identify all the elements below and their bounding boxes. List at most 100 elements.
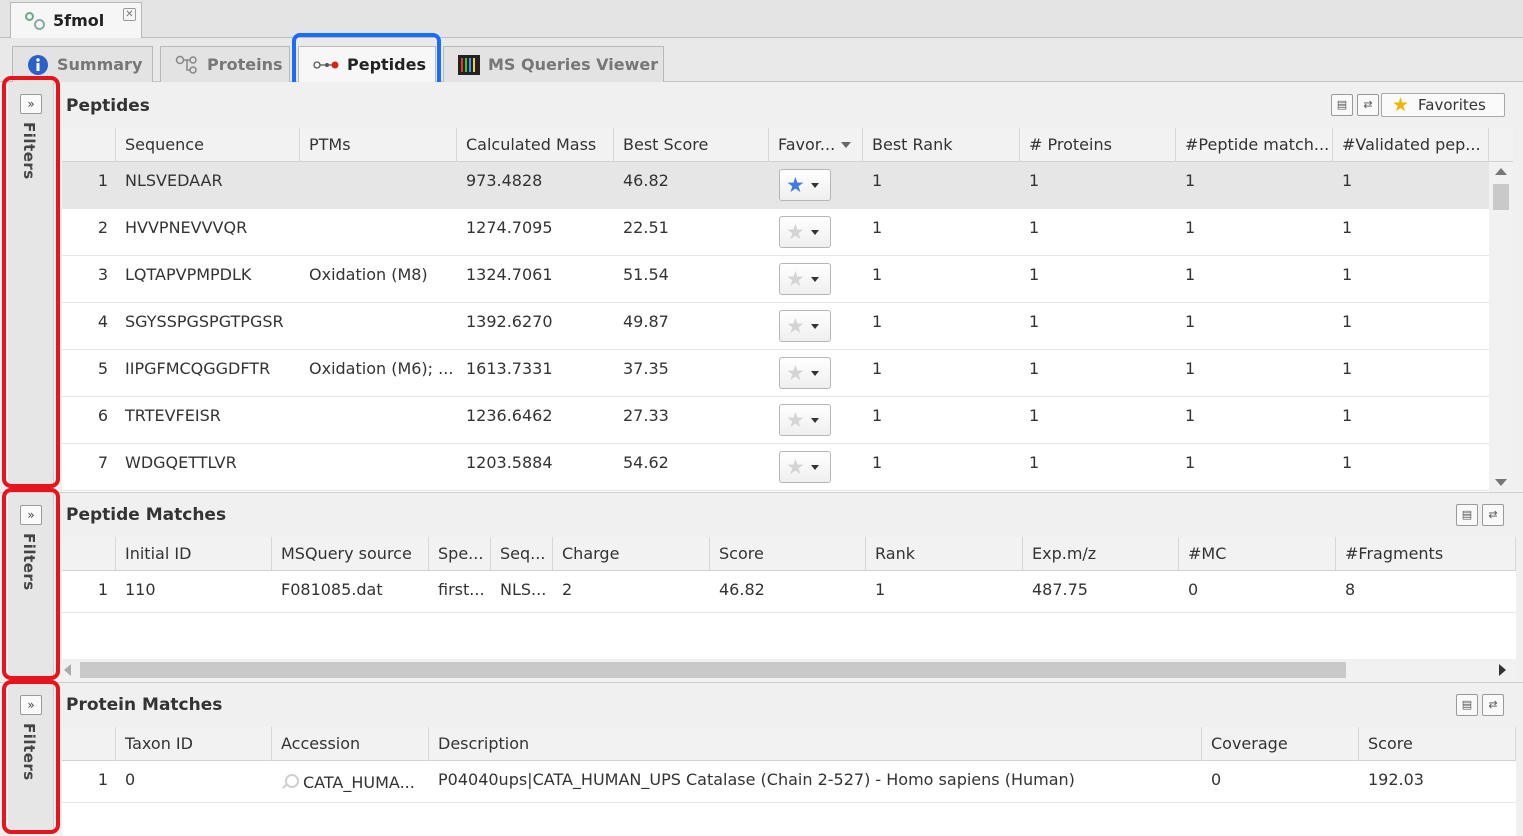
sequence-cell: NLS... (500, 580, 547, 599)
column-header-favorite[interactable]: Favor... (769, 128, 863, 162)
best-score-cell: 27.33 (623, 406, 669, 425)
peptide-matches-cell: 1 (1185, 171, 1196, 190)
calculated-mass-cell: 973.4828 (466, 171, 543, 190)
table-row[interactable]: 4 SGYSSPGSPGTPGSR 1392.6270 49.87 1 1 1 1 ★ (62, 303, 1489, 350)
table-row[interactable]: 6 TRTEVFEISR 1236.6462 27.33 1 1 1 1 ★ (62, 397, 1489, 444)
column-header-fragments[interactable]: #Fragments (1336, 537, 1516, 571)
favorite-dropdown[interactable]: ★ (779, 216, 831, 248)
refresh-icon[interactable]: ⇄ (1357, 94, 1379, 116)
column-header-accession[interactable]: Accession (272, 727, 429, 761)
table-row[interactable]: 1 NLSVEDAAR 973.4828 46.82 1 1 1 1 ★ (62, 162, 1489, 209)
peptide-matches-cell: 1 (1185, 406, 1196, 425)
proteins-cell: 1 (1029, 265, 1040, 284)
ptms-cell: Oxidation (M6); ... (309, 359, 454, 378)
scroll-right-icon[interactable] (1499, 664, 1506, 676)
column-header-score[interactable]: Score (1359, 727, 1516, 761)
favorite-dropdown[interactable]: ★ (779, 169, 831, 201)
row-index: 1 (97, 580, 108, 599)
peptide-matches-horizontal-scrollbar[interactable] (62, 659, 1516, 681)
scroll-down-icon[interactable] (1495, 479, 1507, 486)
ptms-cell (300, 444, 457, 491)
scroll-thumb[interactable] (1493, 184, 1509, 210)
table-row[interactable]: 1 110 F081085.dat first... NLS... 2 46.82 1 487.… (62, 571, 1516, 613)
info-icon (27, 54, 49, 76)
column-header-peptide-matches[interactable]: #Peptide match... (1176, 128, 1333, 162)
column-header-score[interactable]: Score (710, 537, 866, 571)
refresh-icon[interactable]: ⇄ (1482, 694, 1504, 716)
scroll-thumb[interactable] (80, 662, 1346, 678)
validated-peptides-cell: 1 (1342, 265, 1353, 284)
column-header-description[interactable]: Description (429, 727, 1202, 761)
column-header-sequence[interactable]: Sequence (116, 128, 300, 162)
column-header-coverage[interactable]: Coverage (1202, 727, 1359, 761)
validated-peptides-cell: 1 (1342, 171, 1353, 190)
column-header-proteins[interactable]: # Proteins (1020, 128, 1176, 162)
scroll-up-icon[interactable] (1495, 168, 1507, 175)
favorites-button[interactable]: ★ Favorites (1381, 93, 1505, 117)
proteins-cell: 1 (1029, 359, 1040, 378)
column-header-exp-mz[interactable]: Exp.m/z (1023, 537, 1179, 571)
export-icon[interactable]: ▤ (1456, 504, 1478, 526)
best-rank-cell: 1 (872, 406, 883, 425)
score-cell: 46.82 (719, 580, 765, 599)
column-header-validated-peptides[interactable]: #Validated pep... (1333, 128, 1489, 162)
column-header-spectrum[interactable]: Spe... (429, 537, 491, 571)
scroll-left-icon[interactable] (64, 664, 71, 676)
validated-peptides-cell: 1 (1342, 218, 1353, 237)
best-score-cell: 49.87 (623, 312, 669, 331)
favorite-dropdown[interactable]: ★ (779, 263, 831, 295)
row-index: 1 (97, 770, 108, 789)
favorite-dropdown[interactable]: ★ (779, 451, 831, 483)
proteins-cell: 1 (1029, 406, 1040, 425)
protein-matches-panel: » Filters Protein Matches ▤ ⇄ Taxon ID A… (0, 682, 1523, 836)
row-index: 5 (97, 359, 108, 378)
refresh-icon[interactable]: ⇄ (1482, 504, 1504, 526)
column-header-index[interactable] (62, 128, 116, 162)
peptides-vertical-scrollbar[interactable] (1489, 162, 1513, 492)
chevron-down-icon (810, 323, 819, 329)
sequence-cell: WDGQETTLVR (125, 453, 237, 472)
initial-id-cell: 110 (125, 580, 156, 599)
column-header-mc[interactable]: #MC (1179, 537, 1336, 571)
search-icon[interactable] (281, 774, 299, 790)
protein-matches-panel-title: Protein Matches (66, 695, 223, 715)
table-row[interactable]: 3 LQTAPVPMPDLK Oxidation (M8) 1324.7061 51.5… (62, 256, 1489, 303)
column-header-best-rank[interactable]: Best Rank (863, 128, 1020, 162)
table-row[interactable]: 2 HVVPNEVVVQR 1274.7095 22.51 1 1 1 1 ★ (62, 209, 1489, 256)
close-icon[interactable]: ✕ (123, 8, 136, 21)
sequence-cell: TRTEVFEISR (125, 406, 221, 425)
validated-peptides-cell: 1 (1342, 312, 1353, 331)
best-rank-cell: 1 (872, 171, 883, 190)
tab-proteins[interactable]: Proteins (160, 46, 290, 82)
column-header-index[interactable] (62, 537, 116, 571)
document-tab-bar: 5fmol ✕ (0, 0, 1523, 38)
protein-matches-table: Taxon ID Accession Description Coverage … (62, 727, 1516, 836)
document-tab-5fmol[interactable]: 5fmol ✕ (10, 2, 142, 38)
favorite-star-icon: ★ (786, 314, 805, 338)
column-header-calculated-mass[interactable]: Calculated Mass (457, 128, 614, 162)
column-header-taxon-id[interactable]: Taxon ID (116, 727, 272, 761)
export-icon[interactable]: ▤ (1331, 94, 1353, 116)
table-row[interactable]: 7 WDGQETTLVR 1203.5884 54.62 1 1 1 1 ★ (62, 444, 1489, 491)
best-rank-cell: 1 (872, 265, 883, 284)
table-row[interactable]: 5 IIPGFMCQGGDFTR Oxidation (M6); ... 1613.7… (62, 350, 1489, 397)
favorite-star-icon: ★ (786, 408, 805, 432)
column-header-ptms[interactable]: PTMs (300, 128, 457, 162)
column-header-sequence[interactable]: Seq... (491, 537, 553, 571)
column-header-initial-id[interactable]: Initial ID (116, 537, 272, 571)
favorite-dropdown[interactable]: ★ (779, 310, 831, 342)
export-icon[interactable]: ▤ (1456, 694, 1478, 716)
column-header-rank[interactable]: Rank (866, 537, 1023, 571)
tab-ms-queries-viewer[interactable]: MS Queries Viewer (443, 46, 664, 82)
accession-cell[interactable]: CATA_HUMA... (272, 761, 429, 803)
column-header-charge[interactable]: Charge (553, 537, 710, 571)
favorite-dropdown[interactable]: ★ (779, 404, 831, 436)
column-header-best-score[interactable]: Best Score (614, 128, 769, 162)
favorite-dropdown[interactable]: ★ (779, 357, 831, 389)
charge-cell: 2 (562, 580, 573, 599)
table-row[interactable]: 1 0 P04040ups|CATA_HUMAN_UPS Catalase (Cha… (62, 761, 1516, 803)
row-index: 7 (97, 453, 108, 472)
protein-tree-icon (175, 55, 199, 75)
column-header-msquery-source[interactable]: MSQuery source (272, 537, 429, 571)
column-header-index[interactable] (62, 727, 116, 761)
